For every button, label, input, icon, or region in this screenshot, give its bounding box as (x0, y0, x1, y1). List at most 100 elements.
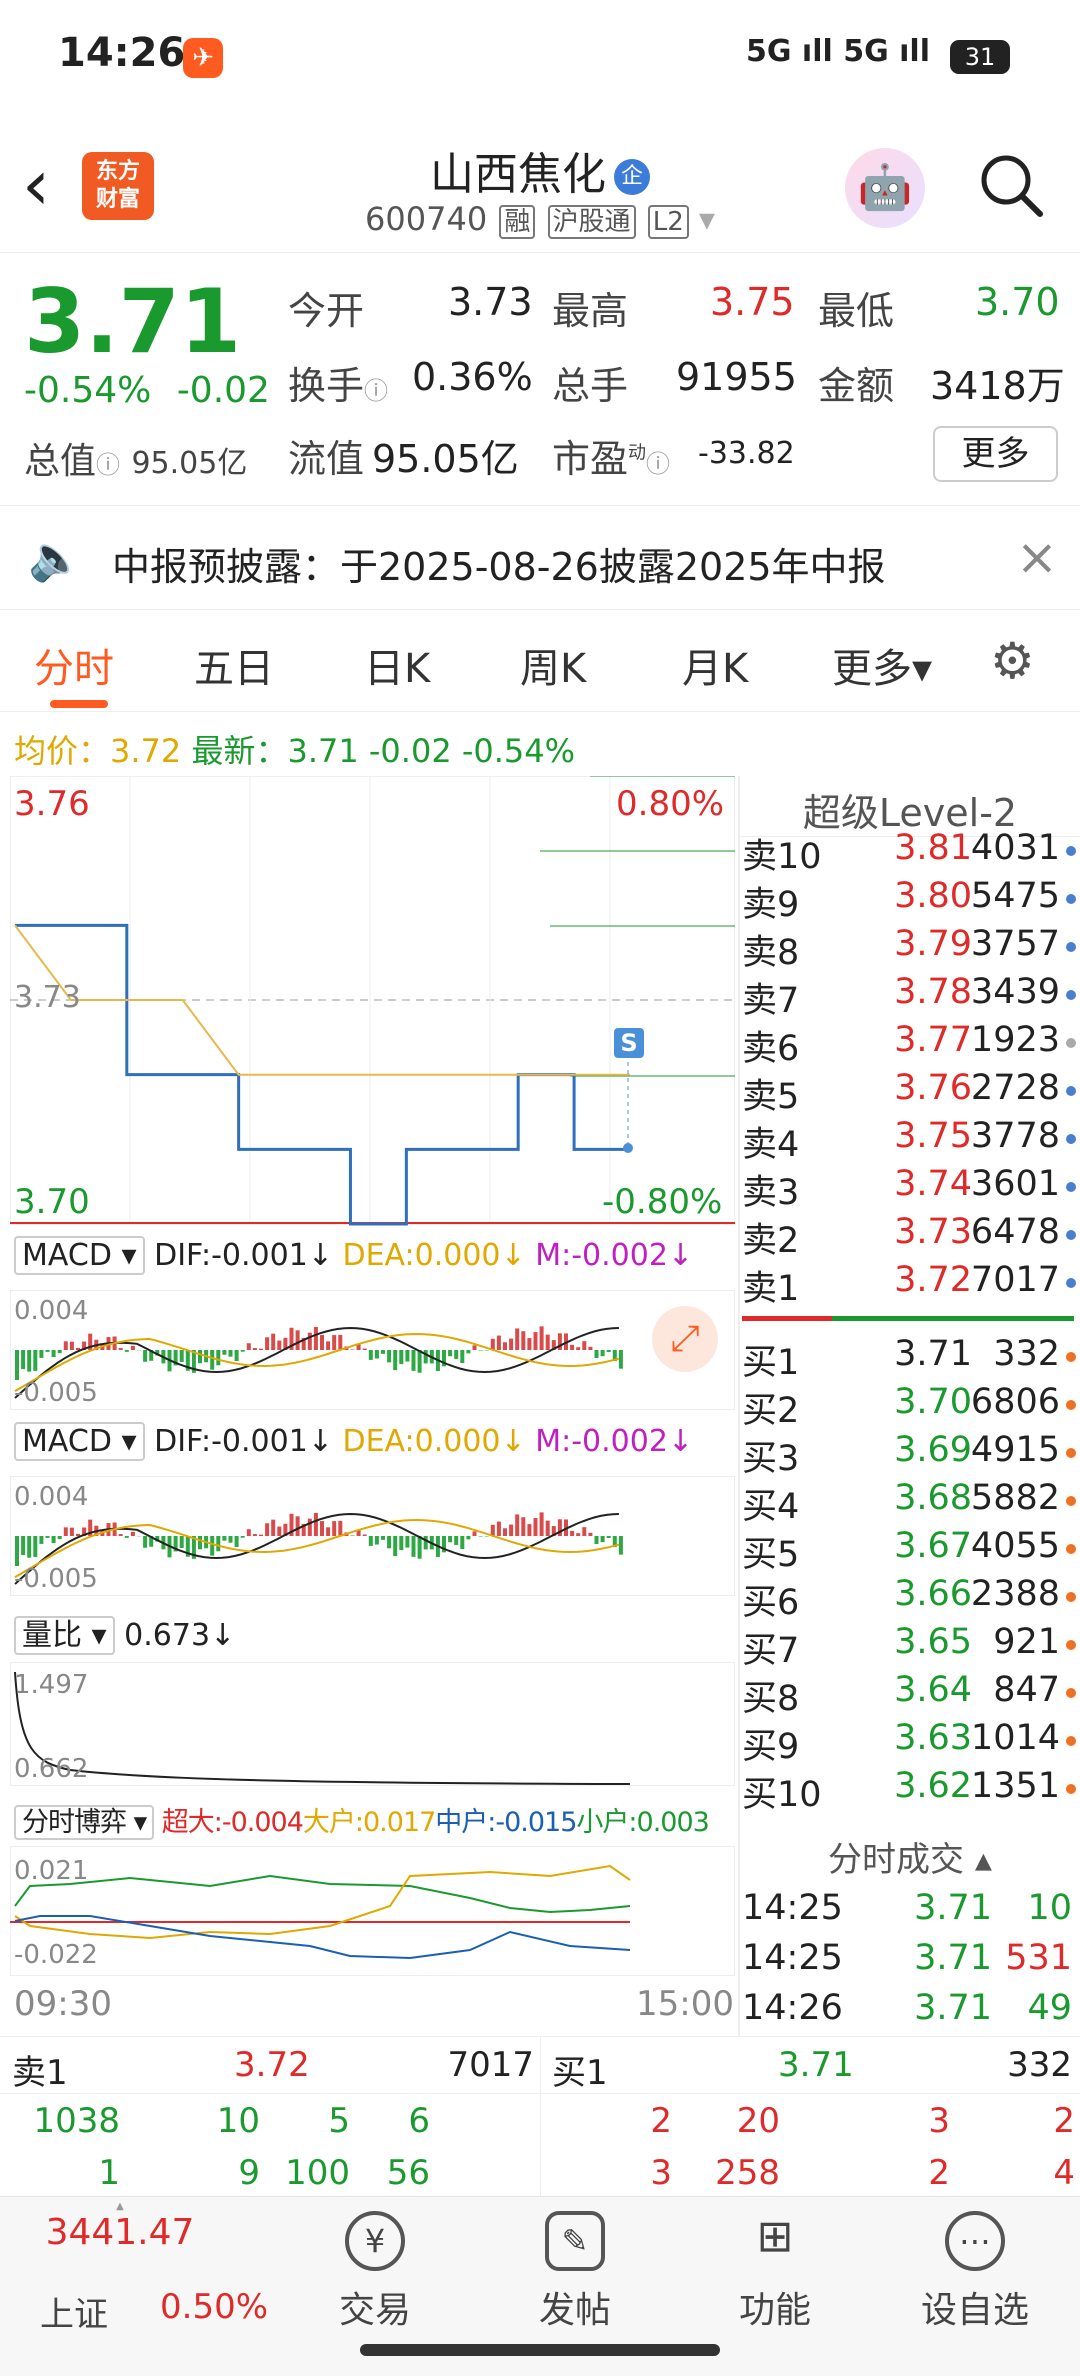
game-selector[interactable]: 分时博弈 ▾ (14, 1805, 155, 1840)
macd2-dif: DIF:-0.001↓ (154, 1424, 333, 1459)
tick-price: 3.71 (914, 1888, 992, 1928)
close-icon[interactable]: × (1016, 528, 1058, 586)
bid-row[interactable]: 买10 3.62 1351 (742, 1766, 1076, 1815)
tick-price: 3.71 (914, 1938, 992, 1978)
level-name: 买6 (742, 1583, 800, 1623)
level-name: 买3 (742, 1439, 800, 1479)
notice-bar[interactable]: 🔈 中报预披露：于2025-08-26披露2025年中报 × (0, 505, 1080, 610)
s-badge-icon[interactable]: S (614, 1028, 644, 1058)
bid-row[interactable]: 买6 3.66 2388 (742, 1574, 1076, 1623)
macd-bar (313, 1326, 318, 1350)
level-name: 买5 (742, 1535, 800, 1575)
macd-bar (21, 1536, 26, 1556)
mktcap-value: 95.05亿 (131, 446, 248, 481)
macd-bar (252, 1534, 257, 1536)
ask-row[interactable]: 卖8 3.79 3757 (742, 924, 1076, 973)
macd-bar (362, 1348, 367, 1350)
macd-bar (295, 1516, 300, 1536)
macd-bar (545, 1520, 550, 1536)
macd-bar (124, 1350, 129, 1352)
more-quote-button[interactable]: 更多 (933, 426, 1058, 482)
volume-ratio-chart[interactable] (10, 1662, 735, 1786)
macd-bar (618, 1350, 623, 1369)
intraday-price-chart[interactable] (10, 776, 735, 1226)
speaker-icon: 🔈 (28, 533, 83, 584)
bid-row[interactable]: 买3 3.69 4915 (742, 1430, 1076, 1479)
ask-row[interactable]: 卖5 3.76 2728 (742, 1068, 1076, 1117)
change-pct: -0.54% (24, 370, 152, 411)
macd-bar (27, 1536, 32, 1558)
level-dot-icon (1066, 1086, 1076, 1096)
level-name: 卖2 (742, 1221, 800, 1261)
expand-icon[interactable]: ⤢ (652, 1306, 718, 1372)
volume-value: 91955 (676, 355, 797, 399)
assistant-robot-icon[interactable]: 🤖 (845, 148, 925, 228)
bid-row[interactable]: 买4 3.68 5882 (742, 1478, 1076, 1527)
index-ticker[interactable]: ▲ 3441.47 (20, 2201, 220, 2253)
level-price: 3.62 (894, 1766, 972, 1806)
macd1-dea: DEA:0.000↓ (342, 1238, 526, 1273)
ask-row[interactable]: 卖2 3.73 6478 (742, 1212, 1076, 1261)
bid-row[interactable]: 买7 3.65 921 (742, 1622, 1076, 1671)
ask-row[interactable]: 卖7 3.78 3439 (742, 972, 1076, 1021)
macd-bar (63, 1341, 68, 1350)
macd-bar (496, 1521, 501, 1536)
macd-bar (405, 1350, 410, 1362)
settings-gear-icon[interactable]: ⚙ (990, 632, 1035, 690)
info-icon[interactable]: ⓘ (364, 377, 388, 405)
macd-bar (490, 1338, 495, 1350)
margin-tag: 融 (499, 205, 536, 239)
latest-label: 最新： (191, 732, 288, 770)
ask-row[interactable]: 卖3 3.74 3601 (742, 1164, 1076, 1213)
ticks-title[interactable]: 分时成交 ▴ (740, 1832, 1080, 1881)
macd-bar (454, 1536, 459, 1545)
ask-row[interactable]: 卖10 3.81 4031 (742, 828, 1076, 877)
info-icon[interactable]: ⓘ (96, 451, 120, 479)
amount-label: 金额 (818, 364, 895, 408)
tab-five-day[interactable]: 五日 (194, 636, 274, 694)
level-name: 卖4 (742, 1125, 800, 1165)
bid-row[interactable]: 买1 3.71 332 (742, 1334, 1076, 1383)
ask-row[interactable]: 卖1 3.72 7017 (742, 1260, 1076, 1309)
level-name: 买2 (742, 1391, 800, 1431)
post-button[interactable]: ✎ 发帖 (510, 2211, 640, 2333)
bid-row[interactable]: 买8 3.64 847 (742, 1670, 1076, 1719)
macd1-selector[interactable]: MACD ▾ (14, 1236, 145, 1275)
ask-row[interactable]: 卖6 3.77 1923 (742, 1020, 1076, 1069)
macd-bar (509, 1524, 514, 1536)
function-button[interactable]: ⊞ 功能 (710, 2211, 840, 2333)
game-chart[interactable] (10, 1846, 735, 1976)
index-value: 3441.47 (45, 2212, 195, 2253)
tab-more[interactable]: 更多▾ (832, 636, 932, 694)
macd-bar (588, 1346, 593, 1350)
vr-header: 量比 ▾ 0.673↓ (14, 1610, 235, 1655)
y-mid-label: 3.73 (14, 980, 81, 1015)
macd-bar (594, 1350, 599, 1358)
low-value: 3.70 (975, 280, 1060, 324)
tab-intraday[interactable]: 分时 (34, 636, 114, 694)
info-icon[interactable]: ⓘ (646, 450, 670, 478)
pe-label: 市盈动ⓘ (552, 428, 670, 483)
add-watch-button[interactable]: ⋯ 设自选 (910, 2211, 1040, 2333)
macd2-selector[interactable]: MACD ▾ (14, 1422, 145, 1461)
tab-weekly-k[interactable]: 周K (520, 636, 586, 694)
tab-monthly-k[interactable]: 月K (682, 636, 748, 694)
macd1-chart[interactable] (10, 1290, 735, 1410)
bid-row[interactable]: 买5 3.67 4055 (742, 1526, 1076, 1575)
search-icon[interactable] (978, 152, 1044, 218)
volume-label: 总手 (552, 364, 629, 408)
bid-row[interactable]: 买2 3.70 6806 (742, 1382, 1076, 1431)
level-volume: 2728 (970, 1068, 1060, 1108)
bid-row[interactable]: 买9 3.63 1014 (742, 1718, 1076, 1767)
level-volume: 3439 (970, 972, 1060, 1012)
tick-time: 14:26 (742, 1988, 843, 2028)
macd-bar (350, 1535, 355, 1536)
macd2-chart[interactable] (10, 1476, 735, 1596)
level-price: 3.72 (894, 1260, 972, 1300)
macd-bar (320, 1335, 324, 1350)
vr-selector[interactable]: 量比 ▾ (14, 1616, 115, 1655)
tab-daily-k[interactable]: 日K (364, 636, 430, 694)
ask-row[interactable]: 卖4 3.75 3778 (742, 1116, 1076, 1165)
trade-button[interactable]: ¥ 交易 (310, 2211, 440, 2333)
ask-row[interactable]: 卖9 3.80 5475 (742, 876, 1076, 925)
